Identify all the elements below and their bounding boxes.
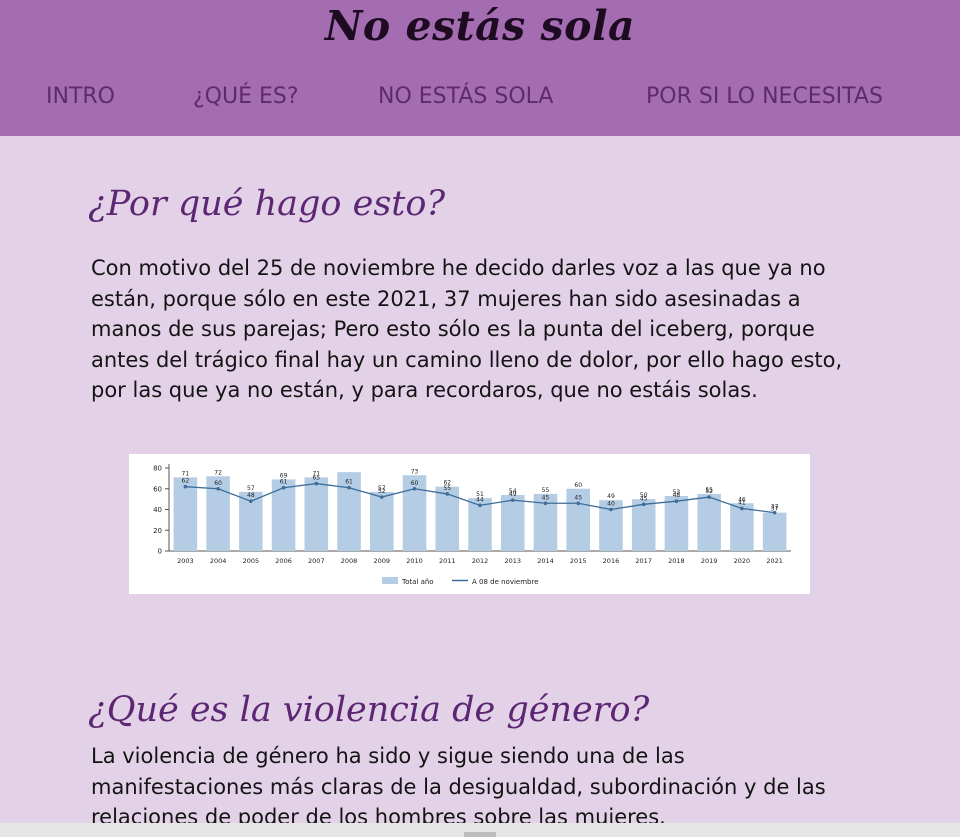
line-point [609,507,613,512]
line-value-label: 45 [574,494,582,501]
x-tick-label: 2015 [570,557,587,565]
bar [631,499,656,551]
chart-container: 0 20 40 60 80 71 2003 72 2004 57 2005 69 2006 71 2007 2… [129,454,810,594]
x-tick-label: 2013 [504,557,521,565]
line-value-label: 45 [640,495,648,502]
bar [271,479,296,551]
nav-item-que-es[interactable]: ¿QUÉ ES? [193,84,299,109]
section-paragraph-por-que: Con motivo del 25 de noviembre he decido… [91,256,843,402]
bar [730,503,754,551]
line-point [707,495,711,499]
line-value-label: 48 [673,492,681,499]
nav-item-no-estas-sola[interactable]: NO ESTÁS SOLA [378,84,553,109]
line-point [347,485,351,490]
bar [762,512,787,551]
x-tick-label: 2007 [308,557,325,565]
legend-label-bar: Total año [401,578,434,586]
section-paragraph-violencia: La violencia de género ha sido y sigue s… [91,744,826,829]
x-tick-label: 2014 [537,557,554,565]
legend-label-line: A 08 de noviembre [472,578,539,586]
line-value-label: 49 [509,491,517,498]
y-tick-label: 40 [153,506,162,514]
y-tick-label: 0 [158,548,162,556]
x-tick-label: 2019 [701,557,718,565]
line-value-label: 65 [312,475,320,482]
line-point [249,499,253,503]
line-value-label: 60 [214,480,222,487]
x-tick-label: 2021 [766,557,783,565]
nav-item-intro[interactable]: INTRO [46,84,115,109]
bar [697,493,721,551]
main-nav: INTRO ¿QUÉ ES? NO ESTÁS SOLA POR SI LO N… [0,84,960,114]
x-tick-label: 2016 [603,557,620,565]
line-point [641,502,646,507]
x-tick-label: 2006 [275,557,292,565]
bar-value-label: 72 [214,469,222,476]
y-tick-label: 60 [153,485,162,493]
bar-value-label: 60 [574,482,582,489]
legend-swatch-bar [382,577,398,584]
x-tick-label: 2003 [177,557,194,565]
line-point [445,492,450,496]
line-point [412,486,417,491]
bar-value-label: 71 [182,470,190,477]
section-heading-violencia: ¿Qué es la violencia de género? [88,690,650,730]
site-header: No estás sola INTRO ¿QUÉ ES? NO ESTÁS SO… [0,0,960,136]
line-point [674,499,679,503]
line-value-label: 61 [345,479,353,486]
line-point [281,485,286,490]
line-point [183,484,188,489]
nav-item-por-si-lo-necesitas[interactable]: POR SI LO NECESITAS [646,84,883,109]
bar [370,491,394,551]
line-point [772,510,777,515]
line-value-label: 55 [443,485,451,492]
x-tick-label: 2011 [439,557,456,565]
x-tick-label: 2018 [668,557,685,565]
section-heading-por-que: ¿Por qué hago esto? [88,184,446,224]
bar-value-label: 57 [247,485,255,492]
x-tick-label: 2012 [472,557,489,565]
line-point [314,481,319,486]
line-point [576,501,581,506]
line-value-label: 52 [378,488,386,495]
line-value-label: 45 [542,494,550,501]
line-value-label: 61 [280,479,288,486]
line-point [543,501,548,506]
bar-value-label: 49 [607,493,615,500]
bar [304,477,329,551]
x-tick-label: 2017 [635,557,652,565]
bar-value-label: 73 [411,468,419,475]
scrollbar-thumb[interactable] [464,832,496,837]
bar [500,494,525,551]
y-tick-label: 80 [153,465,162,473]
y-tick-label: 20 [153,527,162,535]
femicide-chart: 020406080712003722004572005692006712007 2… [153,464,791,586]
line-point [216,486,220,491]
x-tick-label: 2010 [406,557,423,565]
line-value-label: 62 [182,478,190,485]
line-point [379,495,384,499]
line-value-label: 52 [705,488,713,495]
line-value-label: 37 [771,504,779,511]
x-tick-label: 2020 [734,557,751,565]
bar [664,496,689,551]
line-value-label: 48 [247,492,255,499]
line-point [510,498,515,502]
line-value-label: 60 [411,480,419,487]
line-value-label: 41 [738,499,746,506]
x-tick-label: 2004 [210,557,227,565]
line-value-label: 44 [476,496,484,503]
x-tick-label: 2008 [341,557,358,565]
x-tick-label: 2009 [374,557,391,565]
x-tick-label: 2005 [243,557,260,565]
line-value-label: 40 [607,501,615,508]
site-title: No estás sola [324,2,636,50]
line-point [740,506,744,511]
bar-value-label: 55 [542,487,550,494]
line-point [478,503,482,508]
